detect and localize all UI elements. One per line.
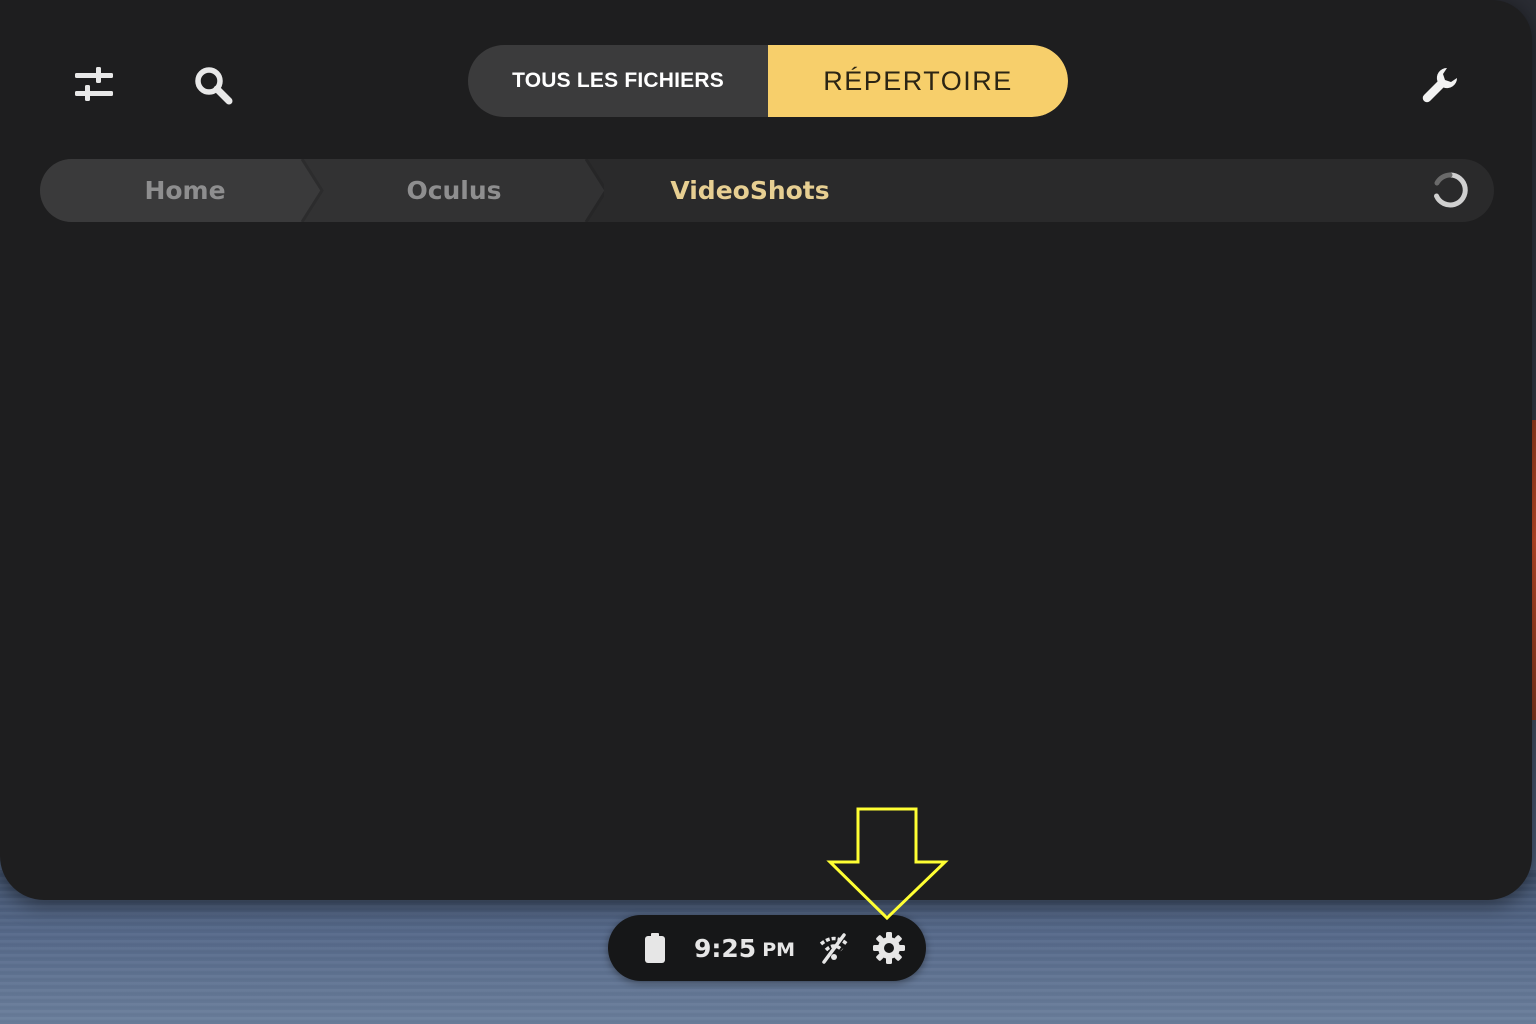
sliders-icon[interactable] [68, 62, 120, 108]
breadcrumb: Home Oculus VideoShots [40, 159, 1494, 222]
breadcrumb-label: Oculus [406, 176, 502, 205]
file-browser-panel: TOUS LES FICHIERS RÉPERTOIRE Home Oculus… [0, 0, 1532, 900]
breadcrumb-item-videoshots[interactable]: VideoShots [625, 159, 875, 222]
tab-directory[interactable]: RÉPERTOIRE [768, 45, 1068, 117]
search-icon[interactable] [188, 62, 238, 108]
breadcrumb-item-home[interactable]: Home [40, 159, 330, 222]
tab-all-files[interactable]: TOUS LES FICHIERS [468, 45, 768, 117]
refresh-icon[interactable] [1428, 170, 1472, 210]
clock-ampm: PM [762, 938, 796, 961]
gear-icon[interactable] [870, 930, 908, 966]
breadcrumb-label: Home [144, 176, 226, 205]
breadcrumb-item-oculus[interactable]: Oculus [304, 159, 604, 222]
status-bar: 9:25 PM [608, 915, 926, 981]
breadcrumb-label-current: VideoShots [670, 176, 830, 205]
battery-icon [640, 931, 670, 965]
clock: 9:25 PM [694, 915, 795, 981]
view-tabs: TOUS LES FICHIERS RÉPERTOIRE [468, 45, 1068, 117]
wifi-off-icon[interactable] [816, 931, 852, 965]
clock-time: 9:25 [694, 933, 757, 963]
wrench-icon[interactable] [1416, 62, 1464, 108]
